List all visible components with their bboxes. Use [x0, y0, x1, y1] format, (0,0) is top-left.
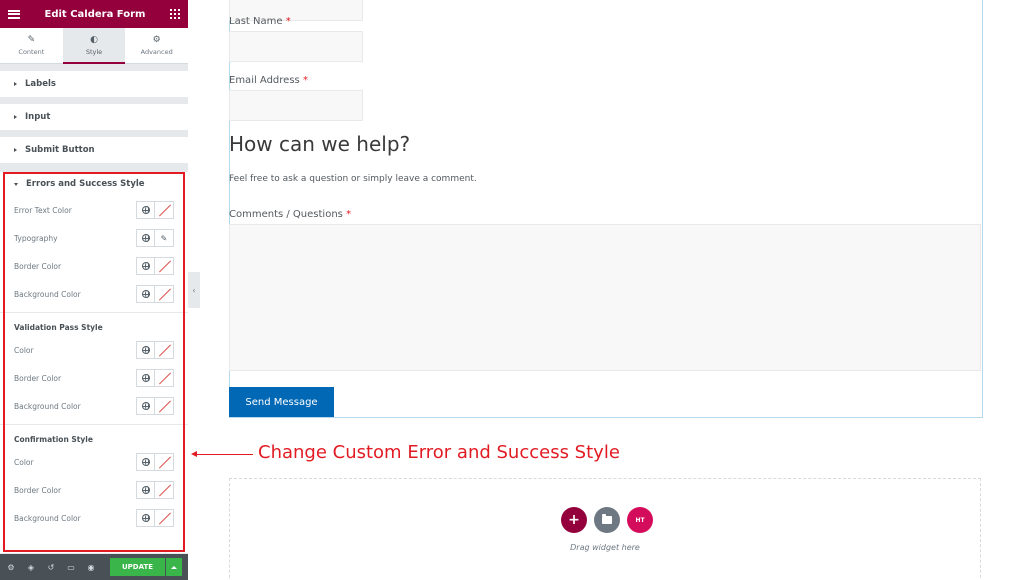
tab-content-label: Content [18, 47, 45, 56]
tab-advanced-label: Advanced [140, 47, 173, 56]
add-template-button[interactable] [594, 507, 620, 533]
last-name-input[interactable] [229, 31, 363, 62]
settings-gear-icon[interactable]: ⚙ [6, 562, 16, 572]
caret-right-icon [14, 82, 17, 86]
tab-style[interactable]: ◐ Style [62, 28, 126, 64]
section-labels-title: Labels [25, 79, 56, 89]
annotation-arrow [191, 451, 253, 457]
sidebar-header: Edit Caldera Form [0, 0, 188, 28]
tab-advanced[interactable]: ⚙ Advanced [125, 28, 188, 63]
section-labels[interactable]: Labels [0, 71, 188, 97]
section-input[interactable]: Input [0, 104, 188, 130]
layers-icon[interactable]: ◈ [26, 562, 36, 572]
last-name-label: Last Name * [229, 16, 291, 27]
section-submit-button[interactable]: Submit Button [0, 137, 188, 163]
caret-right-icon [14, 148, 17, 152]
send-message-button[interactable]: Send Message [229, 387, 334, 417]
annotation-text: Change Custom Error and Success Style [258, 442, 620, 463]
update-button[interactable]: UPDATE [110, 558, 165, 576]
panel-tabs: ✎ Content ◐ Style ⚙ Advanced [0, 28, 188, 64]
plus-icon: + [568, 512, 580, 528]
widgets-grid-icon[interactable] [169, 9, 180, 19]
folder-icon [602, 514, 612, 524]
sidebar-title: Edit Caldera Form [44, 8, 146, 20]
email-input[interactable] [229, 90, 363, 121]
highlight-box [3, 172, 185, 552]
ht-templates-button[interactable]: HT [627, 507, 653, 533]
drag-widget-hint: Drag widget here [570, 543, 640, 552]
responsive-icon[interactable]: ▭ [66, 562, 76, 572]
section-submit-title: Submit Button [25, 145, 95, 155]
ht-logo-icon: HT [635, 516, 645, 524]
help-description: Feel free to ask a question or simply le… [229, 174, 477, 184]
tab-style-label: Style [85, 47, 103, 56]
history-icon[interactable]: ↺ [46, 562, 56, 572]
comments-label: Comments / Questions * [229, 209, 352, 220]
tab-content[interactable]: ✎ Content [0, 28, 63, 63]
add-section-button[interactable]: + [561, 507, 587, 533]
caret-right-icon [14, 115, 17, 119]
preview-eye-icon[interactable]: ◉ [86, 562, 96, 572]
gear-icon: ⚙ [152, 34, 161, 45]
half-circle-icon: ◐ [90, 34, 98, 45]
pencil-icon: ✎ [27, 34, 36, 45]
help-heading: How can we help? [229, 132, 411, 156]
collapse-panel-handle[interactable]: ‹ [188, 272, 200, 308]
chevron-left-icon: ‹ [192, 285, 196, 295]
comments-textarea[interactable] [229, 224, 981, 371]
email-label: Email Address * [229, 75, 308, 86]
section-input-title: Input [25, 112, 51, 122]
hamburger-menu-icon[interactable] [8, 9, 20, 19]
update-options-button[interactable] [166, 558, 182, 576]
